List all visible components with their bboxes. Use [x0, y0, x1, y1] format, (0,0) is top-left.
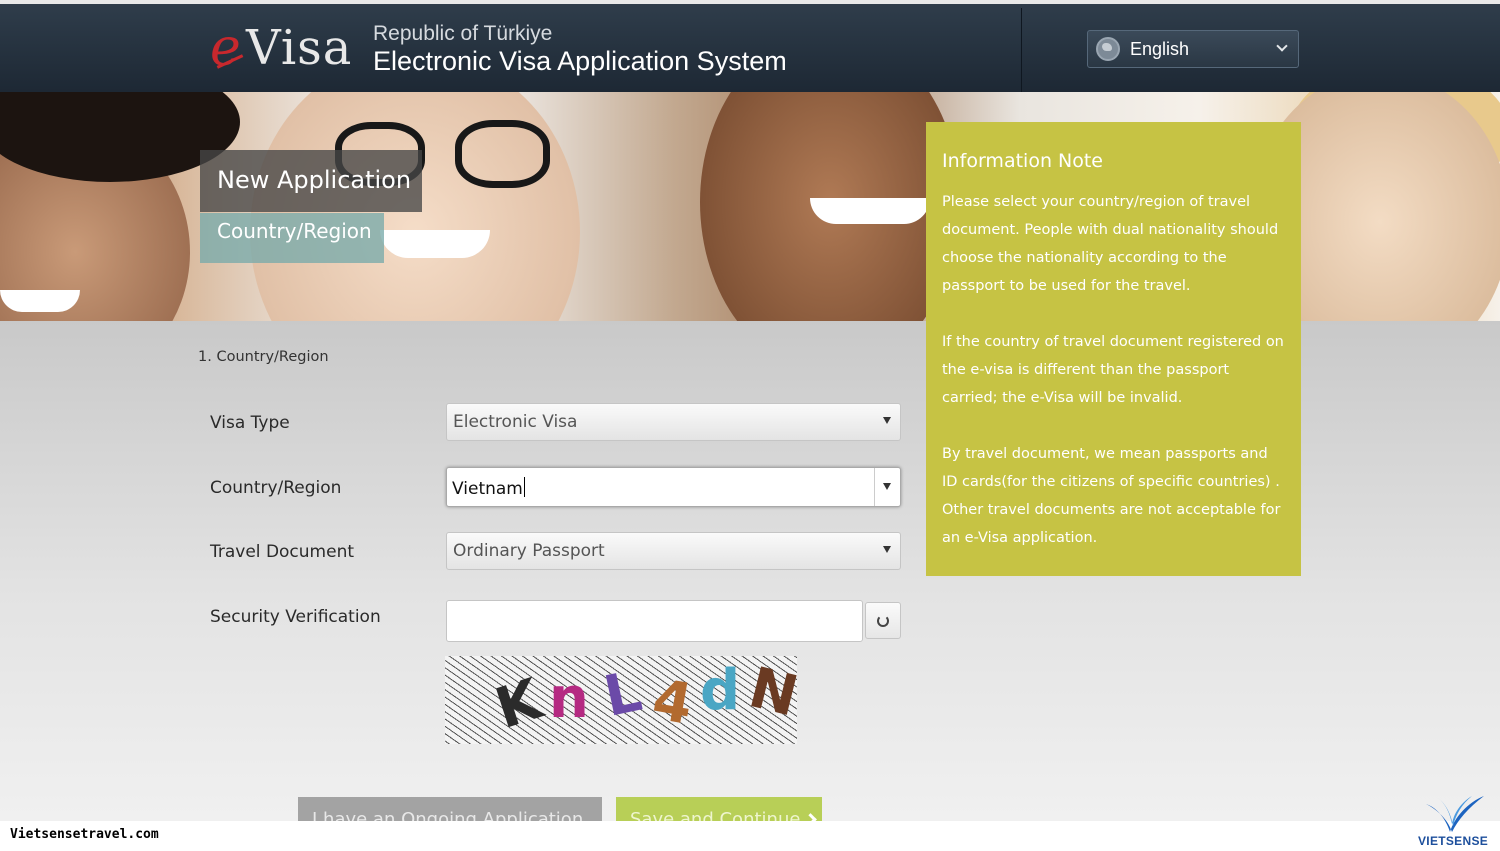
country-dropdown-button[interactable] [874, 468, 900, 506]
dropdown-arrow-icon [883, 417, 891, 424]
vietsense-wing-icon [1426, 796, 1484, 832]
dropdown-arrow-icon [883, 483, 891, 490]
site-header: e Visa Republic of Türkiye Electronic Vi… [0, 0, 1500, 96]
captcha-image: K n L 4 d N [445, 656, 797, 744]
country-combobox[interactable]: Vietnam [446, 467, 901, 507]
info-note-paragraph: By travel document, we mean passports an… [942, 446, 1281, 546]
captcha-char: n [549, 666, 589, 731]
captcha-char: K [488, 666, 550, 743]
information-note: Information Note Please select your coun… [926, 122, 1301, 576]
page-title: New Application [200, 150, 422, 212]
banner-photo-smile-3 [810, 198, 930, 224]
country-label: Country/Region [210, 478, 342, 498]
vietsense-logo: VIETSENSE [1418, 794, 1498, 850]
globe-icon [1096, 37, 1120, 61]
visa-type-value: Electronic Visa [453, 412, 578, 432]
vietsense-brand: VIETSENSE [1418, 834, 1489, 848]
travel-document-label: Travel Document [210, 542, 355, 562]
banner-photo-smile-1 [0, 290, 80, 312]
visa-type-label: Visa Type [210, 413, 290, 433]
watermark-site: Vietsensetravel.com [10, 827, 159, 842]
refresh-captcha-button[interactable] [865, 602, 901, 639]
logo-e: e [210, 18, 241, 78]
country-input[interactable]: Vietnam [452, 477, 525, 499]
visa-type-select[interactable]: Electronic Visa [446, 403, 901, 441]
info-note-title: Information Note [942, 150, 1103, 172]
chevron-down-icon [1276, 40, 1288, 52]
captcha-char: L [598, 659, 648, 730]
banner-photo-smile-2 [380, 230, 490, 258]
header-subtitle: Republic of Türkiye [373, 22, 553, 45]
captcha-char: d [700, 658, 741, 723]
language-select[interactable]: English [1087, 30, 1299, 68]
text-caret [523, 477, 525, 497]
info-note-paragraph: If the country of travel document regist… [942, 334, 1284, 406]
security-code-input[interactable] [446, 600, 863, 642]
logo-visa: Visa [246, 20, 353, 76]
banner-photo-glasses-right [455, 120, 550, 188]
step-label: 1. Country/Region [198, 349, 329, 365]
header-title: Electronic Visa Application System [373, 46, 787, 76]
language-label: English [1130, 38, 1190, 59]
captcha-char: N [742, 656, 797, 730]
dropdown-arrow-icon [883, 546, 891, 553]
security-verification-label: Security Verification [210, 607, 381, 627]
travel-document-select[interactable]: Ordinary Passport [446, 532, 901, 570]
header-divider [1021, 8, 1022, 96]
country-value: Vietnam [452, 479, 523, 499]
refresh-icon [877, 615, 889, 627]
page-subtitle: Country/Region [200, 213, 384, 263]
captcha-char: 4 [647, 667, 698, 738]
info-note-paragraph: Please select your country/region of tra… [942, 194, 1279, 294]
watermark-strip: Vietsensetravel.com [0, 821, 1500, 851]
travel-document-value: Ordinary Passport [453, 541, 605, 561]
